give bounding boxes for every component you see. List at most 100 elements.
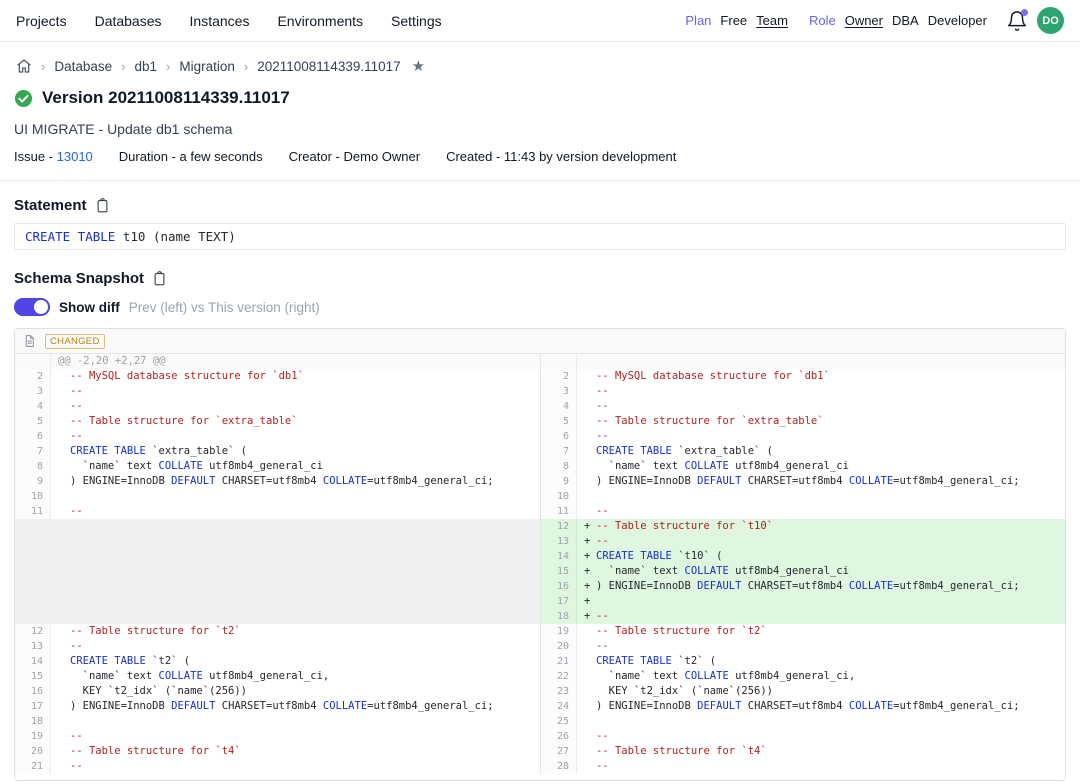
- diff-row: 4--: [541, 399, 1065, 414]
- nav-item-projects[interactable]: Projects: [16, 13, 67, 29]
- meta-value: Demo Owner: [344, 149, 421, 164]
- breadcrumb-item-migration[interactable]: Migration: [179, 59, 235, 74]
- main-nav: Projects Databases Instances Environments Se…: [16, 13, 442, 29]
- schema-diff-panel: CHANGED @@ -2,20 +2,27 @@2-- MySQL datab…: [14, 328, 1066, 781]
- line-number: 13: [541, 534, 577, 549]
- migration-subtitle: UI MIGRATE - Update db1 schema: [14, 121, 1064, 137]
- meta-value[interactable]: 13010: [57, 149, 93, 164]
- role-dba-link[interactable]: DBA: [892, 13, 919, 28]
- diff-row: 3--: [541, 384, 1065, 399]
- line-number: 4: [541, 399, 577, 414]
- line-number: 15: [541, 564, 577, 579]
- line-number: 5: [15, 414, 51, 429]
- role-owner-link[interactable]: Owner: [845, 13, 883, 28]
- nav-item-databases[interactable]: Databases: [95, 13, 162, 29]
- line-number: 24: [541, 699, 577, 714]
- breadcrumb-item-20211008114339-11017[interactable]: 20211008114339.11017: [257, 59, 400, 74]
- line-number: 6: [541, 429, 577, 444]
- plan-upgrade-link[interactable]: Team: [756, 13, 788, 28]
- diff-body: @@ -2,20 +2,27 @@2-- MySQL database stru…: [15, 354, 1065, 774]
- line-number: 19: [541, 624, 577, 639]
- line-number: 22: [541, 669, 577, 684]
- line-number: 12: [15, 624, 51, 639]
- diff-row: 11--: [15, 504, 540, 519]
- nav-item-settings[interactable]: Settings: [391, 13, 442, 29]
- diff-row: 3--: [15, 384, 540, 399]
- diff-row: 15 `name` text COLLATE utf8mb4_general_c…: [15, 669, 540, 684]
- notification-bell-button[interactable]: [1006, 10, 1028, 32]
- clipboard-icon: [152, 271, 167, 286]
- line-number: 18: [541, 609, 577, 624]
- diff-filler-row: [15, 564, 540, 579]
- chevron-right-icon: ›: [166, 59, 170, 74]
- chevron-right-icon: ›: [121, 59, 125, 74]
- title-row: Version 20211008114339.11017: [14, 88, 1064, 108]
- diff-filler-row: [15, 594, 540, 609]
- line-number: 8: [541, 459, 577, 474]
- diff-row: 12-- Table structure for `t2`: [15, 624, 540, 639]
- diff-filler-row: [15, 549, 540, 564]
- copy-snapshot-button[interactable]: [152, 271, 167, 286]
- diff-row: 10: [15, 489, 540, 504]
- line-number: 10: [15, 489, 51, 504]
- toggle-knob: [34, 300, 48, 314]
- diff-row: 24) ENGINE=InnoDB DEFAULT CHARSET=utf8mb…: [541, 699, 1065, 714]
- line-number: 16: [541, 579, 577, 594]
- line-number: [15, 549, 51, 564]
- show-diff-toggle[interactable]: [14, 298, 50, 316]
- plan-value: Free: [720, 13, 747, 28]
- diff-row: 9) ENGINE=InnoDB DEFAULT CHARSET=utf8mb4…: [541, 474, 1065, 489]
- divider: [0, 180, 1080, 181]
- breadcrumb-item-db1[interactable]: db1: [134, 59, 157, 74]
- role-developer-link[interactable]: Developer: [928, 13, 987, 28]
- meta-row: Issue - 13010Duration - a few secondsCre…: [14, 149, 1064, 164]
- diff-row: 21--: [15, 759, 540, 774]
- statement-heading: Statement: [14, 197, 87, 214]
- diff-pane-previous: @@ -2,20 +2,27 @@2-- MySQL database stru…: [15, 354, 540, 774]
- chevron-right-icon: ›: [41, 59, 45, 74]
- diff-filler-row: [15, 519, 540, 534]
- diff-row: 14CREATE TABLE `t2` (: [15, 654, 540, 669]
- line-number: 25: [541, 714, 577, 729]
- diff-row: 16+) ENGINE=InnoDB DEFAULT CHARSET=utf8m…: [541, 579, 1065, 594]
- clipboard-icon: [95, 198, 110, 213]
- diff-row: 20--: [541, 639, 1065, 654]
- home-icon[interactable]: [16, 58, 32, 74]
- nav-item-instances[interactable]: Instances: [190, 13, 250, 29]
- diff-row: 7CREATE TABLE `extra_table` (: [541, 444, 1065, 459]
- nav-item-environments[interactable]: Environments: [277, 13, 363, 29]
- line-number: 3: [15, 384, 51, 399]
- statement-section-heading: Statement: [14, 197, 1064, 214]
- star-favorite-button[interactable]: ★: [412, 57, 425, 75]
- snapshot-section-heading: Schema Snapshot: [14, 270, 1064, 287]
- line-number: [15, 354, 51, 369]
- meta-created: Created - 11:43 by version development: [446, 149, 676, 164]
- statement-code: CREATE TABLE t10 (name TEXT): [14, 223, 1066, 250]
- diff-row: 6--: [541, 429, 1065, 444]
- diff-row: 22 `name` text COLLATE utf8mb4_general_c…: [541, 669, 1065, 684]
- line-number: 2: [15, 369, 51, 384]
- line-number: 17: [541, 594, 577, 609]
- page-title: Version 20211008114339.11017: [42, 88, 290, 108]
- diff-row: 5-- Table structure for `extra_table`: [541, 414, 1065, 429]
- meta-label: Duration -: [119, 149, 180, 164]
- line-number: 16: [15, 684, 51, 699]
- diff-row: 21CREATE TABLE `t2` (: [541, 654, 1065, 669]
- line-number: 10: [541, 489, 577, 504]
- line-number: [15, 519, 51, 534]
- line-number: 13: [15, 639, 51, 654]
- breadcrumb-item-database[interactable]: Database: [54, 59, 112, 74]
- diff-row: 4--: [15, 399, 540, 414]
- snapshot-heading: Schema Snapshot: [14, 270, 144, 287]
- diff-row: 10: [541, 489, 1065, 504]
- line-number: [15, 564, 51, 579]
- meta-value: a few seconds: [179, 149, 262, 164]
- diff-row: 20-- Table structure for `t4`: [15, 744, 540, 759]
- line-number: 9: [541, 474, 577, 489]
- line-number: 20: [541, 639, 577, 654]
- line-number: 4: [15, 399, 51, 414]
- meta-label: Created -: [446, 149, 504, 164]
- copy-statement-button[interactable]: [95, 198, 110, 213]
- diff-pane-current: 2-- MySQL database structure for `db1`3-…: [540, 354, 1065, 774]
- avatar[interactable]: DO: [1037, 7, 1064, 34]
